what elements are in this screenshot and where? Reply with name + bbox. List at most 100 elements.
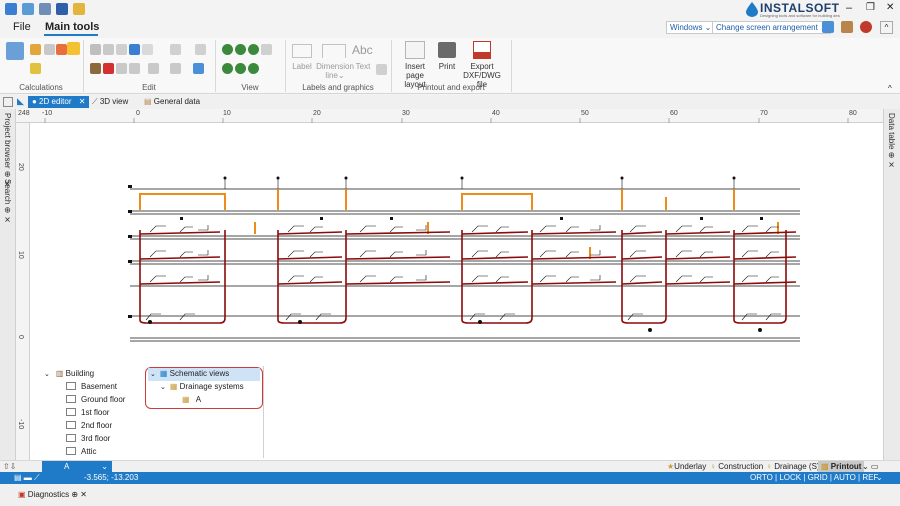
layer-underlay[interactable]: ★Underlay xyxy=(667,462,706,471)
printer-icon[interactable] xyxy=(438,42,456,58)
duplicate-icon[interactable] xyxy=(116,63,127,74)
quick-access-toolbar: INSTALSOFT Designing tools and software … xyxy=(0,0,900,18)
menu-bar: File Main tools Windows ⌄ Change screen … xyxy=(0,18,900,38)
screen-arrangement-dropdown[interactable]: Change screen arrangement ⌄ xyxy=(712,21,831,34)
frame-icon[interactable] xyxy=(142,44,153,55)
zoom-out-icon[interactable] xyxy=(235,44,246,55)
tree-item-drainage-systems[interactable]: ⌄ ▦ Drainage systems xyxy=(160,381,244,394)
save-icon[interactable] xyxy=(56,3,68,15)
new-file-icon[interactable] xyxy=(5,3,17,15)
diagnostics-tab[interactable]: ▣ Diagnostics ⊕ ✕ xyxy=(18,490,87,499)
calc-tool-icon[interactable] xyxy=(30,44,41,55)
offset-icon[interactable] xyxy=(170,63,181,74)
paste-icon[interactable] xyxy=(103,44,114,55)
page-layout-icon[interactable] xyxy=(405,41,425,59)
calc-tool2-icon[interactable] xyxy=(44,44,55,55)
left-dock-strip: Project browser ⊕ ✕ Search ⊕ ✕ xyxy=(0,109,16,460)
text-button[interactable]: Text xyxy=(352,62,374,71)
calc-tool5-icon[interactable] xyxy=(30,63,41,74)
calc-tool4-icon[interactable] xyxy=(67,42,80,55)
calculator-icon[interactable] xyxy=(6,42,24,60)
tree-item-view-a[interactable]: ▦ A xyxy=(182,394,201,407)
tree-floor-1st[interactable]: 1st floor xyxy=(66,407,109,420)
label-icon[interactable] xyxy=(292,44,312,58)
panel-toggle-icon[interactable] xyxy=(3,97,13,107)
tree-floor-basement[interactable]: Basement xyxy=(66,381,117,394)
group-view-label: View xyxy=(241,83,259,92)
pan-icon[interactable] xyxy=(248,63,259,74)
group-labels-graphics-label: Labels and graphics xyxy=(302,83,374,92)
data-table-tab[interactable]: Data table ⊕ ✕ xyxy=(887,113,896,170)
export-icon[interactable] xyxy=(73,3,85,15)
tree-floor-2nd[interactable]: 2nd floor xyxy=(66,420,112,433)
restore-button[interactable]: ❐ xyxy=(866,2,875,13)
cursor-coordinates: -3.565; -13.203 xyxy=(84,473,139,482)
ribbon: Calculations Edit View Label Dimension li… xyxy=(0,38,900,94)
text-style-icon[interactable] xyxy=(193,63,204,74)
zoom-in-icon[interactable] xyxy=(222,44,233,55)
zoom-extents-icon[interactable] xyxy=(261,44,272,55)
windows-dropdown[interactable]: Windows ⌄ xyxy=(666,21,716,34)
project-browser-tab[interactable]: Project browser ⊕ ✕ xyxy=(3,113,12,189)
tab-general-data[interactable]: ▤ General data xyxy=(140,96,204,108)
zoom-window-icon[interactable] xyxy=(248,44,259,55)
layer-bar: ⇧⇩ A ⌄ ★Underlay ♀ Construction ♀ Drainag… xyxy=(0,460,900,472)
move-icon[interactable] xyxy=(116,44,127,55)
tab-3d-view[interactable]: ⟋ 3D view xyxy=(88,96,132,108)
undo-icon[interactable] xyxy=(129,44,140,55)
layer-nav-icon[interactable]: ⇧⇩ xyxy=(3,462,16,471)
tab-file[interactable]: File xyxy=(13,21,31,33)
minimize-button[interactable]: – xyxy=(846,2,852,14)
open-file-icon[interactable] xyxy=(22,3,34,15)
layer-drainage[interactable]: ♀ Drainage (S) xyxy=(766,462,820,471)
delete-icon[interactable] xyxy=(103,63,114,74)
calc-tool3-icon[interactable] xyxy=(56,44,67,55)
recent-icon[interactable] xyxy=(39,3,51,15)
mirror-icon[interactable] xyxy=(170,44,181,55)
layer-construction[interactable]: ♀ Construction xyxy=(710,462,763,471)
v-tick-label: 0 xyxy=(17,335,24,339)
status-menu-icon[interactable]: ⌄ xyxy=(876,473,883,482)
layout-icon[interactable] xyxy=(822,21,834,33)
status-bar: ▤ ▬ ⟋ -3.565; -13.203 ORTO | LOCK | GRID… xyxy=(0,472,900,484)
group-edit-label: Edit xyxy=(142,83,156,92)
dimension-line-icon[interactable] xyxy=(322,44,346,58)
tree-item-building[interactable]: ⌄ ▥ Building xyxy=(44,368,94,381)
layer-menu-icon[interactable]: ⌄ ▭ xyxy=(862,462,878,471)
collapse-ribbon-icon[interactable]: ^ xyxy=(880,21,893,34)
zoom-prev-icon[interactable] xyxy=(222,63,233,74)
v-tick-label: 20 xyxy=(17,163,24,171)
tab-2d-editor[interactable]: ● 2D editor ✕ xyxy=(28,96,90,108)
close-button[interactable]: ✕ xyxy=(886,2,894,13)
ribbon-collapse-icon[interactable]: ^ xyxy=(888,84,892,93)
layer-printout[interactable]: ▥ Printout xyxy=(818,461,865,472)
user-icon[interactable] xyxy=(841,21,853,33)
align-icon[interactable] xyxy=(195,44,206,55)
close-tab-icon[interactable]: ✕ xyxy=(79,97,86,106)
tree-floor-ground[interactable]: Ground floor xyxy=(66,394,125,407)
instalsoft-logo-icon xyxy=(745,1,759,17)
drawing-modes[interactable]: ORTO | LOCK | GRID | AUTO | REF xyxy=(750,473,878,482)
h-ruler-ticks xyxy=(44,118,849,123)
print-button[interactable]: Print xyxy=(436,62,458,71)
search-tab[interactable]: Search ⊕ ✕ xyxy=(3,179,12,225)
table-icon[interactable] xyxy=(376,64,387,75)
help-icon[interactable] xyxy=(860,21,872,33)
tree-floor-attic[interactable]: Attic xyxy=(66,446,97,459)
zoom-all-icon[interactable] xyxy=(235,63,246,74)
status-icons[interactable]: ▤ ▬ ⟋ xyxy=(14,473,40,483)
group-printout-label: Printout and export xyxy=(417,83,485,92)
v-tick-label: -10 xyxy=(17,419,24,430)
tree-floor-3rd[interactable]: 3rd floor xyxy=(66,433,110,446)
group-calculations-label: Calculations xyxy=(19,83,63,92)
scale-icon[interactable] xyxy=(148,63,159,74)
cut-icon[interactable] xyxy=(90,63,101,74)
current-layer-dropdown[interactable]: A ⌄ xyxy=(42,461,112,472)
tab-main-tools[interactable]: Main tools xyxy=(45,21,99,33)
active-tab-underline xyxy=(44,34,98,36)
tree-item-schematic-views[interactable]: ⌄ ▦ Schematic views xyxy=(148,368,260,381)
copy-icon[interactable] xyxy=(90,44,101,55)
export-dxf-icon[interactable] xyxy=(473,41,491,59)
drainage-schematic[interactable] xyxy=(120,170,810,345)
rotate-icon[interactable] xyxy=(129,63,140,74)
